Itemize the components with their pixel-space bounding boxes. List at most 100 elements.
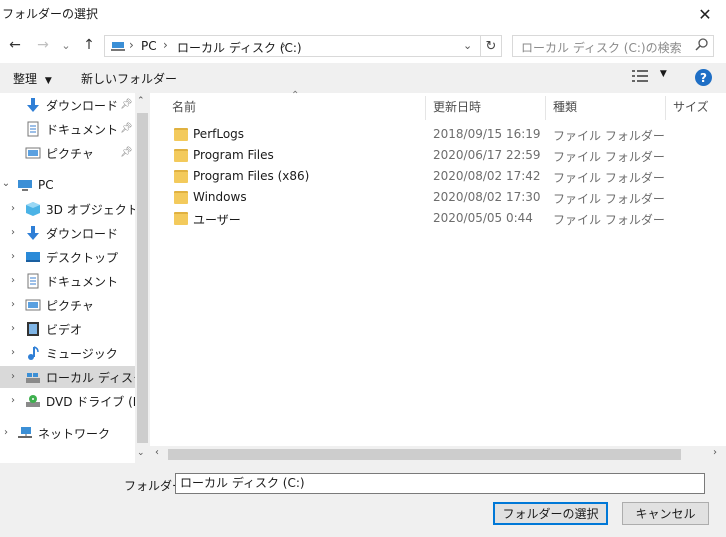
sidebar-item-documents[interactable]: ドキュメント: [25, 270, 118, 292]
scroll-down-icon[interactable]: ⌄: [137, 448, 145, 458]
column-separator[interactable]: [665, 96, 666, 120]
chevron-down-icon: ▼: [44, 76, 52, 86]
download-icon: [25, 97, 41, 113]
details-view-icon: [632, 70, 648, 82]
help-icon[interactable]: ?: [695, 69, 712, 86]
chevron-right-icon[interactable]: ›: [8, 347, 18, 358]
file-modified: 2020/05/05 0:44: [433, 211, 533, 225]
chevron-right-icon[interactable]: ›: [8, 251, 18, 262]
pin-icon[interactable]: 📌︎: [120, 99, 133, 110]
column-separator[interactable]: [545, 96, 546, 120]
chevron-right-icon[interactable]: ›: [8, 371, 18, 382]
sidebar-item-quick-pictures[interactable]: ピクチャ: [25, 142, 94, 164]
picture-icon: [25, 145, 41, 161]
folder-icon: [174, 149, 188, 162]
column-header-size[interactable]: サイズ: [673, 98, 709, 115]
navigation-scrollbar-thumb[interactable]: [137, 113, 148, 443]
table-row[interactable]: Program Files (x86) 2020/08/02 17:42 ファイ…: [168, 167, 668, 187]
toolbar: 整理 ▼ 新しいフォルダー ▼ ?: [0, 63, 726, 93]
view-options-button[interactable]: ▼: [632, 69, 667, 86]
chevron-right-icon[interactable]: ›: [8, 275, 18, 286]
breadcrumb-pc[interactable]: PC: [141, 39, 157, 53]
select-folder-button[interactable]: フォルダーの選択: [493, 502, 608, 525]
network-icon: [17, 425, 33, 441]
sidebar-item-3d-objects[interactable]: 3D オブジェクト: [25, 198, 139, 220]
table-row[interactable]: Program Files 2020/06/17 22:59 ファイル フォルダ…: [168, 146, 668, 166]
folder-icon: [174, 212, 188, 225]
refresh-button[interactable]: ↻: [480, 35, 502, 57]
table-row[interactable]: PerfLogs 2018/09/15 16:19 ファイル フォルダー: [168, 125, 668, 145]
file-type: ファイル フォルダー: [553, 129, 665, 143]
desktop-icon: [25, 249, 41, 265]
sidebar-item-quick-documents[interactable]: ドキュメント: [25, 118, 118, 140]
recent-locations-button[interactable]: ⌄: [58, 34, 74, 56]
folder-icon: [174, 170, 188, 183]
horizontal-scrollbar-thumb[interactable]: [168, 449, 681, 460]
sidebar-item-label: ローカル ディスク (C: [46, 370, 135, 385]
table-row[interactable]: ユーザー 2020/05/05 0:44 ファイル フォルダー: [168, 209, 668, 229]
sidebar-item-local-disk[interactable]: ローカル ディスク (C: [25, 366, 135, 388]
chevron-right-icon[interactable]: ›: [8, 323, 18, 334]
sidebar-item-label: PC: [38, 178, 54, 192]
up-button[interactable]: ↑: [78, 34, 100, 56]
sidebar-item-downloads[interactable]: ダウンロード: [25, 222, 118, 244]
music-icon: [25, 345, 41, 361]
chevron-right-icon[interactable]: ›: [8, 299, 18, 310]
sidebar-item-label: ダウンロード: [46, 98, 119, 113]
scroll-left-icon[interactable]: ‹: [155, 447, 159, 458]
column-separator[interactable]: [425, 96, 426, 120]
scroll-up-icon[interactable]: ⌃: [137, 96, 145, 106]
sidebar-item-pictures[interactable]: ピクチャ: [25, 294, 94, 316]
drive-icon: [25, 369, 41, 385]
forward-button[interactable]: →: [32, 34, 54, 56]
folder-name-input[interactable]: ローカル ディスク (C:): [175, 473, 705, 494]
file-type: ファイル フォルダー: [553, 171, 665, 185]
address-bar[interactable]: › PC › ローカル ディスク (C:) › ⌄: [104, 35, 502, 57]
chevron-right-icon[interactable]: ›: [8, 395, 18, 406]
file-modified: 2020/08/02 17:30: [433, 190, 541, 204]
close-icon[interactable]: ✕: [684, 0, 726, 28]
sidebar-item-label: DVD ドライブ (D:): [46, 394, 135, 409]
sidebar-item-pc[interactable]: PC: [17, 174, 54, 196]
table-row[interactable]: Windows 2020/08/02 17:30 ファイル フォルダー: [168, 188, 668, 208]
search-placeholder: ローカル ディスク (C:)の検索: [521, 41, 682, 55]
chevron-right-icon[interactable]: ›: [8, 203, 18, 214]
sidebar-item-network[interactable]: ネットワーク: [17, 422, 110, 444]
file-name: Windows: [193, 190, 247, 204]
file-name: Program Files (x86): [193, 169, 310, 183]
folder-icon: [174, 128, 188, 141]
breadcrumb-separator: ›: [281, 38, 286, 52]
chevron-right-icon[interactable]: ›: [1, 427, 11, 438]
sidebar-item-dvd-drive[interactable]: DVD ドライブ (D:): [25, 390, 135, 412]
video-icon: [25, 321, 41, 337]
sidebar-item-music[interactable]: ミュージック: [25, 342, 118, 364]
address-dropdown-icon[interactable]: ⌄: [463, 39, 472, 52]
document-icon: [25, 273, 41, 289]
column-header-name[interactable]: 名前: [172, 98, 196, 115]
download-icon: [25, 225, 41, 241]
cancel-button[interactable]: キャンセル: [622, 502, 709, 525]
sidebar-item-label: ネットワーク: [38, 426, 111, 441]
sidebar-item-label: ミュージック: [46, 346, 118, 361]
scroll-right-icon[interactable]: ›: [713, 447, 717, 458]
pin-icon[interactable]: 📌︎: [120, 147, 133, 158]
sidebar-item-label: ビデオ: [46, 322, 83, 337]
sidebar-item-videos[interactable]: ビデオ: [25, 318, 82, 340]
search-input[interactable]: ローカル ディスク (C:)の検索: [512, 35, 714, 57]
file-modified: 2020/08/02 17:42: [433, 169, 541, 183]
column-header-type[interactable]: 種類: [553, 98, 577, 115]
sidebar-item-label: ドキュメント: [46, 122, 119, 137]
sidebar-item-label: ピクチャ: [46, 298, 94, 313]
sidebar-item-desktop[interactable]: デスクトップ: [25, 246, 118, 268]
new-folder-button[interactable]: 新しいフォルダー: [81, 70, 177, 87]
chevron-down-icon[interactable]: ⌄: [1, 178, 11, 189]
sidebar-item-quick-downloads[interactable]: ダウンロード: [25, 94, 118, 116]
back-button[interactable]: ←: [4, 34, 26, 56]
sidebar-item-label: ピクチャ: [46, 146, 94, 161]
sidebar-item-label: ダウンロード: [46, 226, 119, 241]
document-icon: [25, 121, 41, 137]
chevron-right-icon[interactable]: ›: [8, 227, 18, 238]
column-header-modified[interactable]: 更新日時: [433, 98, 481, 115]
pin-icon[interactable]: 📌︎: [120, 123, 133, 134]
organize-button[interactable]: 整理 ▼: [13, 70, 52, 87]
